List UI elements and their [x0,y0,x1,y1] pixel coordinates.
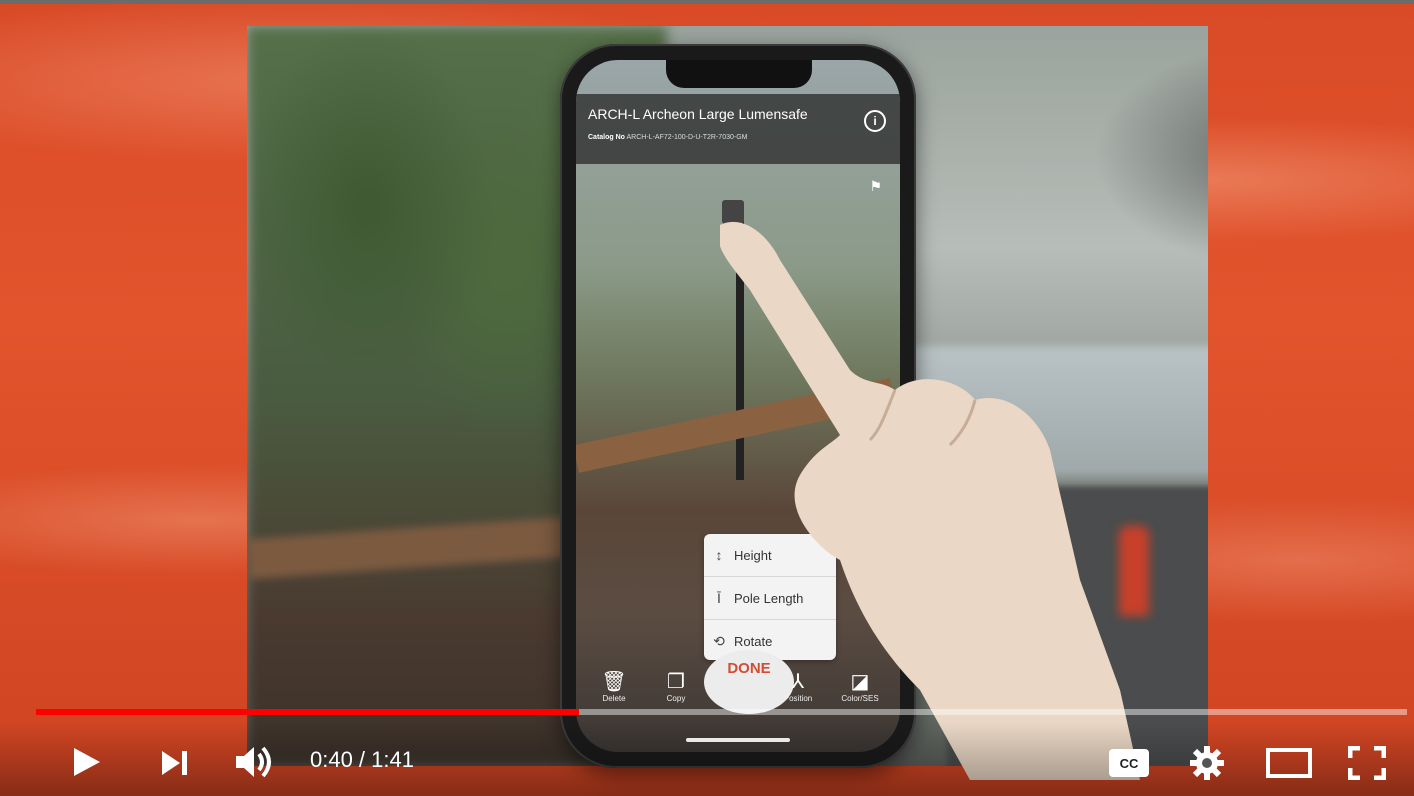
flag-icon[interactable]: ⚑ [869,178,882,195]
progress-bar[interactable] [36,709,1407,715]
tool-label: Copy [666,694,686,703]
phone-notch [666,60,812,88]
theater-icon[interactable] [1266,748,1312,778]
info-icon[interactable]: i [864,110,886,132]
catalog-number: Catalog No ARCH-L-AF72-100-D-U-T2R-7030-… [588,134,747,141]
app-title: ARCH-L Archeon Large Lumensafe [588,106,808,122]
catalog-value: ARCH-L-AF72-100-D-U-T2R-7030-GM [626,134,748,141]
video-player[interactable]: ARCH-L Archeon Large Lumensafe Catalog N… [0,0,1414,796]
delete-icon: 🗑 [601,671,627,693]
copy-icon: ❐ [667,671,685,693]
delete-button[interactable]: 🗑 Delete [584,670,644,703]
progress-played [36,709,579,715]
copy-button[interactable]: ❐ Copy [646,670,706,703]
next-icon[interactable] [160,750,190,776]
volume-icon[interactable] [234,744,278,780]
settings-icon[interactable] [1190,746,1224,780]
play-icon[interactable] [70,746,102,778]
time-display: 0:40 / 1:41 [310,747,414,772]
captions-icon[interactable]: CC [1108,748,1150,778]
pointing-hand [720,221,1140,780]
tool-label: Delete [602,694,626,703]
app-header: ARCH-L Archeon Large Lumensafe Catalog N… [576,94,900,164]
catalog-label: Catalog No [588,134,625,141]
fullscreen-icon[interactable] [1348,746,1386,780]
player-controls: 0:40 / 1:41 CC [0,722,1414,796]
svg-text:CC: CC [1120,756,1139,771]
top-border [0,0,1414,4]
